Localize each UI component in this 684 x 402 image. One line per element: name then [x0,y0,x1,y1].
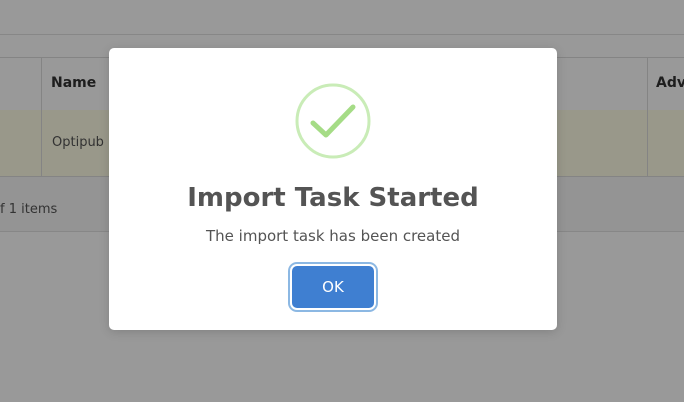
ok-button[interactable]: OK [292,266,374,308]
dialog-title: Import Task Started [187,183,479,213]
import-started-dialog: Import Task Started The import task has … [109,48,557,330]
check-circle-icon [295,83,371,159]
dialog-message: The import task has been created [206,227,460,245]
